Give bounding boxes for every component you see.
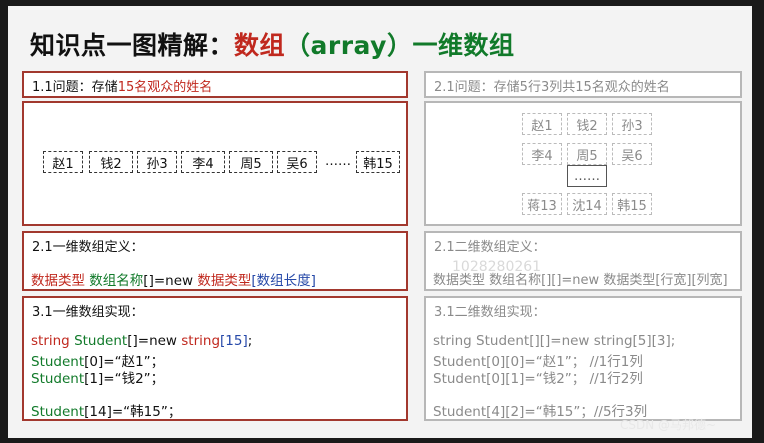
- impl1-line: Student[14]=“韩15”；: [31, 404, 182, 420]
- q1-array-box: 赵1 钱2 孙3 李4 周5 吴6 …… 韩15: [22, 101, 408, 226]
- impl1-box: 3.1一维数组实现： string Student[]=new string[1…: [22, 296, 408, 421]
- impl1-label: 3.1一维数组实现：: [32, 305, 144, 320]
- array-cell: 吴6: [277, 151, 317, 173]
- title-array: （array）: [285, 31, 413, 60]
- q1-label: 1.1问题：存储15名观众的姓名: [32, 80, 213, 95]
- page-title: 知识点一图精解：数组（array）一维数组: [30, 26, 514, 62]
- grid-cell: 周5: [567, 143, 607, 165]
- array-cell: 赵1: [43, 151, 83, 173]
- impl2-box: 3.1二维数组实现： string Student[][]=new string…: [424, 296, 742, 421]
- footer-credit: CSDN @马邦德~: [620, 418, 717, 432]
- array-cell-last: 韩15: [356, 151, 400, 173]
- q1-label-box: 1.1问题：存储15名观众的姓名: [22, 71, 408, 98]
- grid-cell: 孙3: [612, 113, 652, 135]
- slide: 知识点一图精解：数组（array）一维数组 1.1问题：存储15名观众的姓名 赵…: [8, 6, 752, 438]
- array-cell: 李4: [181, 151, 225, 173]
- grid-cell: 韩15: [612, 193, 652, 215]
- def2-label: 2.1二维数组定义：: [434, 240, 546, 255]
- title-prefix: 知识点一图精解：: [30, 31, 235, 60]
- array-cell: 钱2: [89, 151, 133, 173]
- def1-label: 2.1一维数组定义：: [32, 240, 144, 255]
- array-cell: 孙3: [137, 151, 177, 173]
- impl2-line: Student[4][2]=“韩15”；//5行3列: [433, 404, 648, 420]
- grid-ellipsis: ……: [567, 165, 607, 187]
- q2-label: 2.1问题：存储5行3列共15名观众的姓名: [434, 80, 670, 95]
- watermark: 1028280261: [452, 259, 542, 275]
- grid-cell: 李4: [522, 143, 562, 165]
- impl2-line: Student[0][1]=“钱2”； //1行2列: [433, 371, 643, 387]
- impl1-line: Student[1]=“钱2”；: [31, 371, 165, 387]
- impl2-line: string Student[][]=new string[5][3];: [433, 333, 676, 349]
- title-highlight: 数组: [234, 31, 286, 60]
- grid-cell: 吴6: [612, 143, 652, 165]
- def1-syntax: 数据类型 数组名称[]=new 数据类型[数组长度]: [31, 273, 316, 289]
- q2-label-box: 2.1问题：存储5行3列共15名观众的姓名: [424, 71, 742, 98]
- impl2-label: 3.1二维数组实现：: [434, 305, 546, 320]
- grid-cell: 蒋13: [522, 193, 562, 215]
- impl1-line: string Student[]=new string[15];: [31, 333, 253, 349]
- title-suffix: 一维数组: [412, 31, 515, 60]
- array-cell: 周5: [229, 151, 273, 173]
- def1-box: 2.1一维数组定义： 数据类型 数组名称[]=new 数据类型[数组长度]: [22, 231, 408, 291]
- q2-grid-box: 赵1 钱2 孙3 李4 周5 吴6 …… 蒋13 沈14 韩15: [424, 101, 742, 226]
- array-ellipsis: ……: [325, 154, 351, 169]
- grid-cell: 钱2: [567, 113, 607, 135]
- grid-cell: 赵1: [522, 113, 562, 135]
- grid-cell: 沈14: [567, 193, 607, 215]
